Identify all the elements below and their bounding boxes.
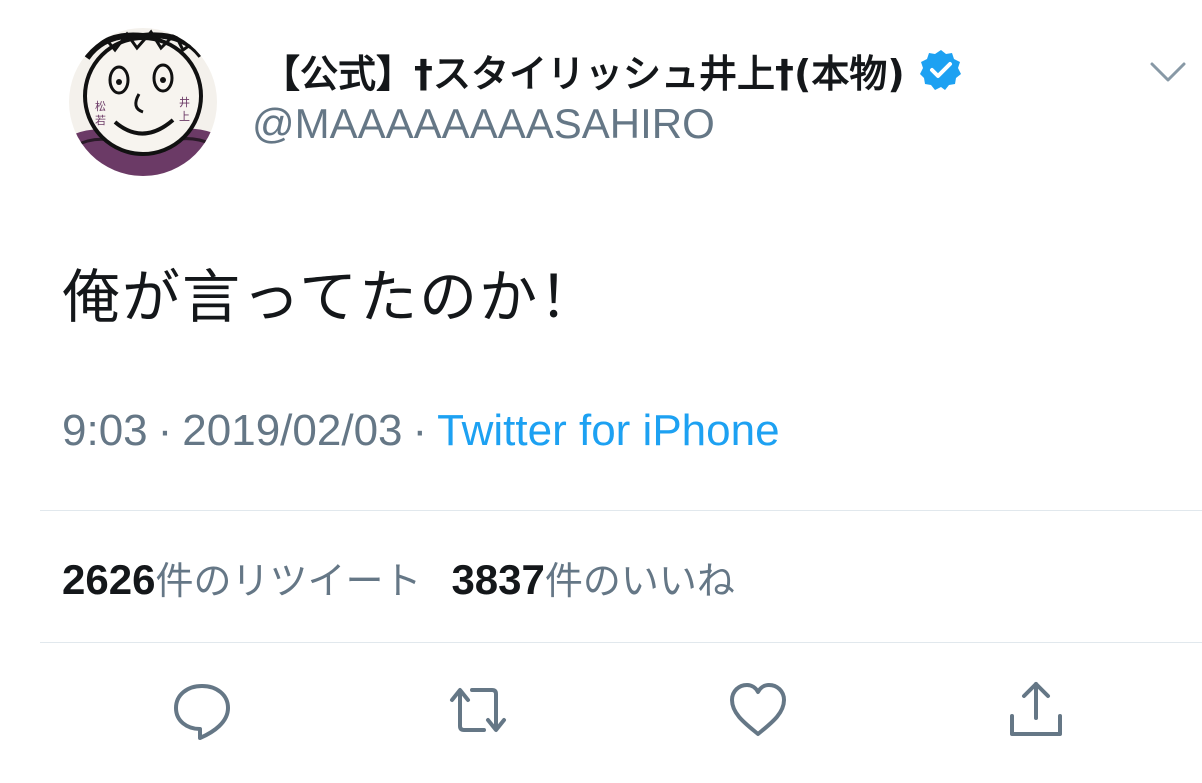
divider — [40, 510, 1202, 511]
meta-separator: · — [412, 406, 428, 455]
tweet-date: 2019/02/03 — [182, 406, 403, 455]
display-name[interactable]: 【公式】†スタイリッシュ井上†(本物) — [262, 43, 905, 98]
retweets-stat[interactable]: 2626件のリツイート — [62, 556, 422, 603]
meta-separator: · — [157, 406, 173, 455]
divider — [40, 642, 1202, 643]
tweet-meta: 9:03 · 2019/02/03 · Twitter for iPhone — [62, 406, 780, 456]
reply-icon — [174, 684, 230, 740]
chevron-down-icon[interactable] — [1148, 58, 1188, 86]
svg-text:松: 松 — [95, 99, 106, 113]
verified-badge-icon — [919, 50, 961, 90]
retweets-label: 件のリツイート — [155, 559, 422, 603]
retweets-count: 2626 — [62, 556, 156, 603]
likes-count: 3837 — [451, 556, 545, 603]
retweet-icon — [450, 688, 506, 732]
tweet-stats: 2626件のリツイート 3837件のいいね — [62, 550, 735, 605]
tweet-time: 9:03 — [62, 406, 148, 455]
avatar-image: 松 若 井 上 — [69, 28, 217, 176]
action-bar — [0, 678, 1202, 742]
retweet-button[interactable] — [446, 678, 510, 742]
like-button[interactable] — [726, 678, 790, 742]
avatar[interactable]: 松 若 井 上 — [65, 18, 221, 180]
share-icon — [1010, 682, 1062, 736]
heart-icon — [730, 683, 786, 736]
user-handle[interactable]: @MAAAAAAAASAHIRO — [252, 100, 715, 148]
likes-stat[interactable]: 3837件のいいね — [451, 556, 735, 603]
svg-text:若: 若 — [95, 114, 106, 127]
reply-button[interactable] — [170, 678, 234, 742]
svg-text:井: 井 — [179, 95, 190, 109]
display-name-row[interactable]: 【公式】†スタイリッシュ井上†(本物) — [262, 40, 963, 100]
svg-text:上: 上 — [179, 110, 190, 123]
tweet-source-link[interactable]: Twitter for iPhone — [437, 406, 779, 455]
tweet-text: 俺が言ってたのか！ — [62, 263, 600, 331]
share-button[interactable] — [1004, 678, 1068, 742]
likes-label: 件のいいね — [544, 559, 735, 603]
